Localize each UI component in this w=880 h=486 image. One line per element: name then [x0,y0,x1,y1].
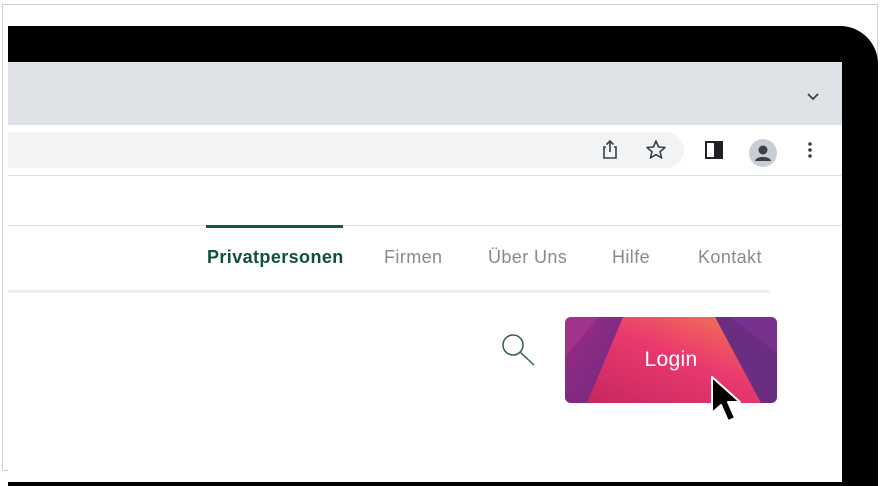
browser-tabstrip [8,62,842,125]
address-bar[interactable] [8,132,684,168]
share-icon[interactable] [598,138,622,162]
search-icon[interactable] [498,330,538,370]
nav-underline [8,290,770,293]
nav-item-privatpersonen[interactable]: Privatpersonen [207,247,344,268]
nav-item-firmen[interactable]: Firmen [384,247,442,268]
chevron-down-icon[interactable] [806,90,820,104]
profile-avatar-icon[interactable] [749,139,777,167]
mouse-cursor-icon [710,375,750,429]
browser-screen: Privatpersonen Firmen Über Uns Hilfe Kon… [8,62,842,482]
nav-item-hilfe[interactable]: Hilfe [612,247,650,268]
browser-toolbar [8,125,842,176]
side-panel-icon[interactable] [702,138,726,162]
main-navigation: Privatpersonen Firmen Über Uns Hilfe Kon… [8,225,842,289]
star-icon[interactable] [644,138,668,162]
nav-item-kontakt[interactable]: Kontakt [698,247,762,268]
nav-item-ueber-uns[interactable]: Über Uns [488,247,567,268]
more-vert-icon[interactable] [798,138,822,162]
